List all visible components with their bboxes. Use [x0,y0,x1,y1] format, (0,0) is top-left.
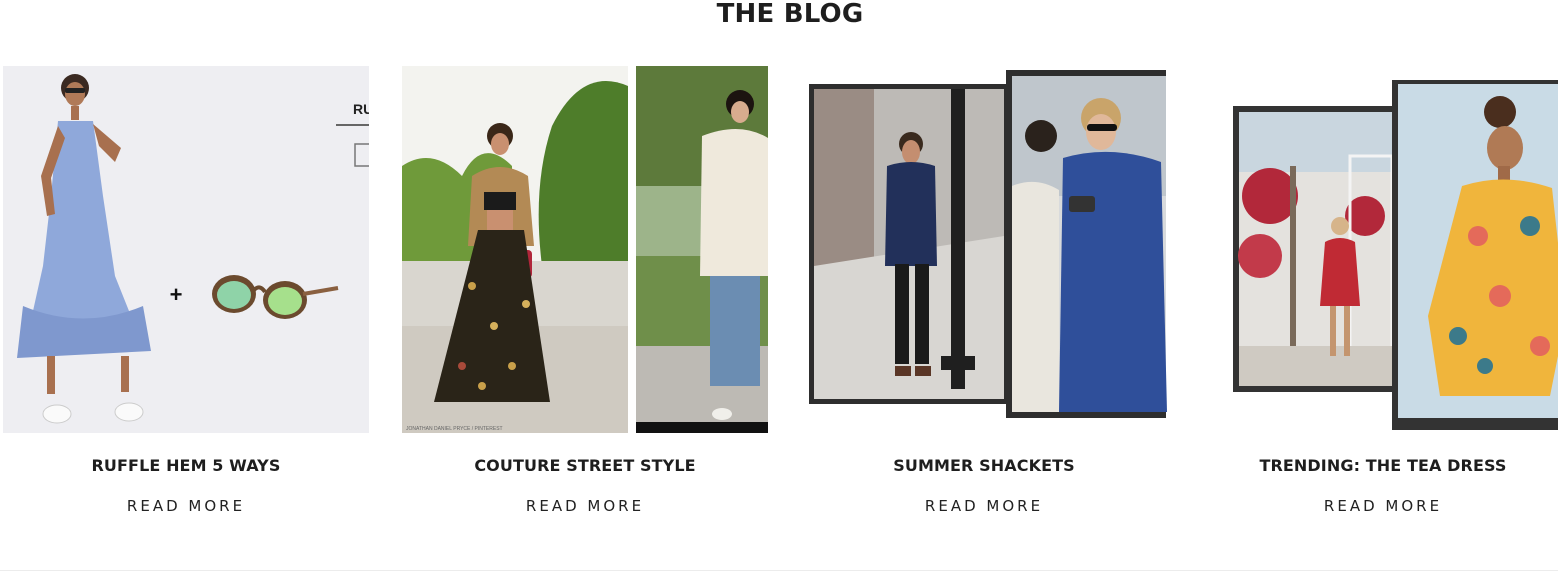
blog-thumbnail-couture-street-style[interactable]: JONATHAN DANIEL PRYCE / PINTEREST [402,66,768,433]
read-more-link[interactable]: READ MORE [3,496,369,516]
blog-card-ruffle-hem: + RU RUFFLE HEM 5 WAYS READ MORE [3,66,369,516]
blog-thumbnail-tea-dress[interactable] [1200,66,1558,433]
blog-image-tea-dress [1200,66,1558,433]
blog-card-summer-shackets: SUMMER SHACKETS READ MORE [801,66,1167,516]
read-more-link[interactable]: READ MORE [402,496,768,516]
blog-post-title[interactable]: TRENDING: THE TEA DRESS [1200,456,1558,476]
section-title: THE BLOG [716,0,864,29]
thumb-overlay-text: RU [353,101,369,117]
svg-text:+: + [170,282,183,307]
read-more-link[interactable]: READ MORE [1200,496,1558,516]
blog-image-summer-shackets [801,66,1167,433]
thumb-watermark: JONATHAN DANIEL PRYCE / PINTEREST [406,426,503,432]
blog-thumbnail-summer-shackets[interactable] [801,66,1167,433]
section-divider [0,570,1558,571]
blog-post-title[interactable]: COUTURE STREET STYLE [402,456,768,476]
blog-card-couture-street-style: JONATHAN DANIEL PRYCE / PINTEREST COUTUR… [402,66,768,516]
blog-thumbnail-ruffle-hem[interactable]: + RU [3,66,369,433]
blog-image-ruffle-hem: + RU [3,66,369,433]
blog-post-title[interactable]: SUMMER SHACKETS [801,456,1167,476]
blog-card-tea-dress: TRENDING: THE TEA DRESS READ MORE [1200,66,1558,516]
blog-image-couture-street-style: JONATHAN DANIEL PRYCE / PINTEREST [402,66,768,433]
read-more-link[interactable]: READ MORE [801,496,1167,516]
blog-post-title[interactable]: RUFFLE HEM 5 WAYS [3,456,369,476]
